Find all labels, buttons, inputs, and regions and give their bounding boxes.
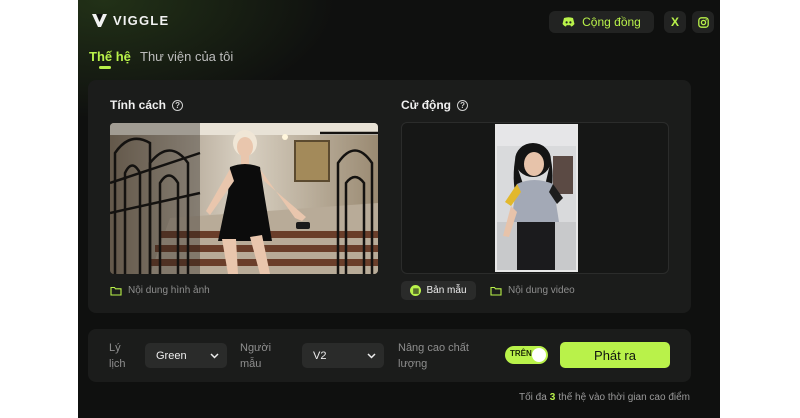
help-icon[interactable]: ? (172, 99, 184, 111)
generation-settings-bar: Lý lịch Green Người mẫu V2 Nâng cao chất… (88, 329, 691, 382)
footnote-count: 3 (549, 392, 556, 403)
sample-button-label: Bản mẫu (426, 285, 467, 296)
motion-video-frame (497, 126, 576, 270)
help-icon[interactable]: ? (457, 99, 469, 111)
community-button[interactable]: Cộng đồng (549, 11, 654, 33)
community-label: Cộng đồng (582, 15, 641, 29)
background-value: Green (156, 349, 187, 362)
active-tab-indicator (99, 66, 111, 69)
upload-panel: Tính cách ? Cử động ? Nội dung hình ảnh … (88, 80, 691, 313)
model-value: V2 (313, 349, 327, 362)
motion-title: Cử động (401, 98, 452, 112)
footnote-suffix: thế hệ vào thời gian cao điểm (558, 392, 690, 403)
image-upload-label: Nội dung hình ảnh (128, 285, 210, 296)
quality-toggle[interactable]: TRÊN (505, 346, 548, 364)
discord-icon (562, 17, 575, 27)
model-select[interactable]: V2 (302, 343, 384, 368)
folder-icon (110, 286, 122, 296)
chevron-down-icon (367, 352, 376, 359)
sample-button[interactable]: ▦ Bản mẫu (401, 281, 476, 300)
chevron-down-icon (210, 352, 219, 359)
background-label: Lý lịch (109, 342, 126, 370)
footnote-prefix: Tối đa (519, 392, 547, 403)
quality-toggle-text: TRÊN (510, 349, 532, 358)
tab-my-library[interactable]: Thư viện của tôi (140, 49, 233, 64)
peak-limit-note: Tối đa 3 thế hệ vào thời gian cao điểm (519, 392, 690, 403)
quality-label: Nâng cao chất lượng (398, 342, 469, 370)
video-upload-link[interactable]: Nội dung video (490, 285, 575, 296)
brand-name: VIGGLE (113, 13, 170, 28)
viggle-logo-icon (92, 14, 107, 27)
background-select[interactable]: Green (145, 343, 227, 368)
motion-section-title: Cử động ? (401, 98, 469, 112)
instagram-button[interactable] (692, 11, 714, 33)
model-label: Người mẫu (240, 342, 272, 370)
character-title: Tính cách (110, 98, 167, 112)
x-icon: X (670, 15, 679, 29)
character-section-title: Tính cách ? (110, 98, 184, 112)
video-upload-label: Nội dung video (508, 285, 575, 296)
app-window: VIGGLE Cộng đồng X Thế hệ Thư viện của t… (78, 0, 720, 418)
tab-generate[interactable]: Thế hệ (89, 49, 131, 64)
toggle-knob (532, 348, 546, 362)
viggle-logo[interactable]: VIGGLE (92, 13, 169, 28)
sample-template-icon: ▦ (410, 285, 422, 296)
character-image[interactable] (110, 123, 378, 274)
motion-video-area[interactable] (401, 122, 669, 274)
motion-video-thumbnail[interactable] (495, 124, 578, 272)
instagram-icon (697, 16, 709, 28)
character-photo (110, 123, 378, 274)
folder-icon (490, 286, 502, 296)
x-social-button[interactable]: X (664, 11, 686, 33)
generate-button[interactable]: Phát ra (560, 342, 670, 368)
image-upload-link[interactable]: Nội dung hình ảnh (110, 285, 210, 296)
